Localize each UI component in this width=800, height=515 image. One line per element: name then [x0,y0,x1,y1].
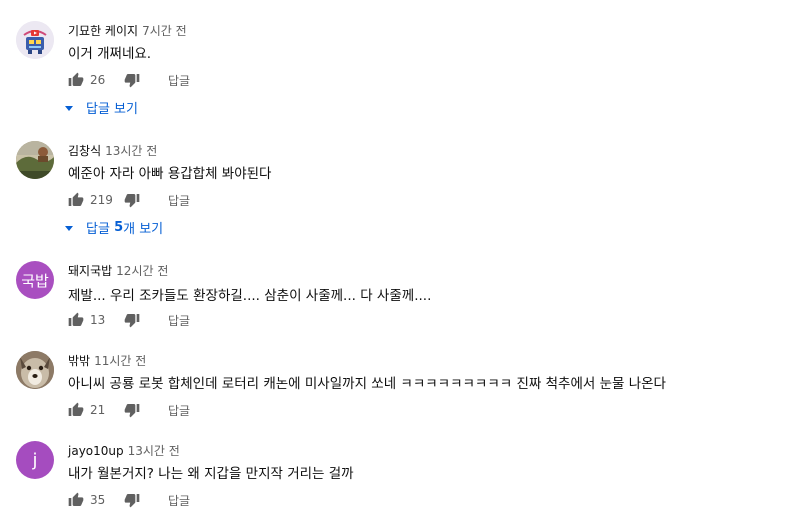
timestamp[interactable]: 11시간 전 [94,354,146,368]
timestamp[interactable]: 12시간 전 [116,264,168,278]
comment-actions: 219 답글 [68,190,190,210]
timestamp[interactable]: 7시간 전 [142,24,187,38]
like-count: 21 [90,403,106,417]
author-name[interactable]: jayo10up [68,444,124,458]
reply-button[interactable]: 답글 [168,72,190,89]
author-name[interactable]: 김창식 [68,144,101,158]
view-replies-label-prefix: 답글 [86,222,115,237]
author-name[interactable]: 밖밖 [68,354,90,368]
dog-photo-icon [16,351,54,389]
like-count: 35 [90,493,106,507]
avatar-initials: 국밥 [21,271,49,290]
reply-button[interactable]: 답글 [168,402,190,419]
photo-avatar-icon [16,141,54,179]
thumbs-down-icon[interactable] [124,192,140,208]
caret-down-icon [65,105,73,111]
author-name[interactable]: 돼지국밥 [68,264,112,278]
view-replies-button[interactable]: 답글 5개 보기 [64,218,163,237]
avatar[interactable]: 국밥 [16,261,54,299]
thumbs-up-icon[interactable] [68,402,84,418]
comment-text: 이거 개쩌네요. [68,46,152,62]
caret-down-icon [65,225,73,231]
comment-text: 아니씨 공룡 로봇 합체인데 로터리 캐논에 미사일까지 쏘네 ㅋㅋㅋㅋㅋㅋㅋㅋ… [68,376,666,392]
comment-header: 밖밖 11시간 전 [68,352,146,369]
avatar[interactable] [16,21,54,59]
like-count: 26 [90,73,106,87]
view-replies-label: 답글 보기 [86,102,138,117]
comment-actions: 35 답글 [68,490,190,510]
comment-header: 돼지국밥 12시간 전 [68,262,168,279]
thumbs-down-icon[interactable] [124,402,140,418]
reply-button[interactable]: 답글 [168,312,190,329]
comment-text: 예준아 자라 아빠 용갑합체 봐야된다 [68,166,272,182]
author-name[interactable]: 기묘한 케이지 [68,24,138,38]
comment-text: 내가 월본거지? 나는 왜 지갑을 만지작 거리는 걸까 [68,466,354,482]
thumbs-up-icon[interactable] [68,492,84,508]
timestamp[interactable]: 13시간 전 [105,144,157,158]
like-count: 13 [90,313,106,327]
comment-actions: 26 답글 [68,70,190,90]
timestamp[interactable]: 13시간 전 [128,444,180,458]
avatar[interactable] [16,351,54,389]
thumbs-up-icon[interactable] [68,192,84,208]
reply-button[interactable]: 답글 [168,492,190,509]
comment-header: jayo10up 13시간 전 [68,442,180,459]
avatar-initials: j [32,449,38,471]
comment-header: 기묘한 케이지 7시간 전 [68,22,187,39]
robot-logo-icon [16,21,54,59]
view-replies-label-suffix: 개 보기 [123,222,164,237]
thumbs-up-icon[interactable] [68,72,84,88]
comment-text: 제발... 우리 조카들도 환장하길.... 삼춘이 사줄께... 다 사줄께.… [68,288,432,304]
thumbs-down-icon[interactable] [124,492,140,508]
view-replies-button[interactable]: 답글 보기 [64,98,138,117]
thumbs-up-icon[interactable] [68,312,84,328]
like-count: 219 [90,193,113,207]
comment-actions: 13 답글 [68,310,190,330]
thumbs-down-icon[interactable] [124,312,140,328]
comment-actions: 21 답글 [68,400,190,420]
avatar[interactable]: j [16,441,54,479]
thumbs-down-icon[interactable] [124,72,140,88]
avatar[interactable] [16,141,54,179]
comment-header: 김창식 13시간 전 [68,142,157,159]
reply-button[interactable]: 답글 [168,192,190,209]
reply-count: 5 [114,220,124,235]
